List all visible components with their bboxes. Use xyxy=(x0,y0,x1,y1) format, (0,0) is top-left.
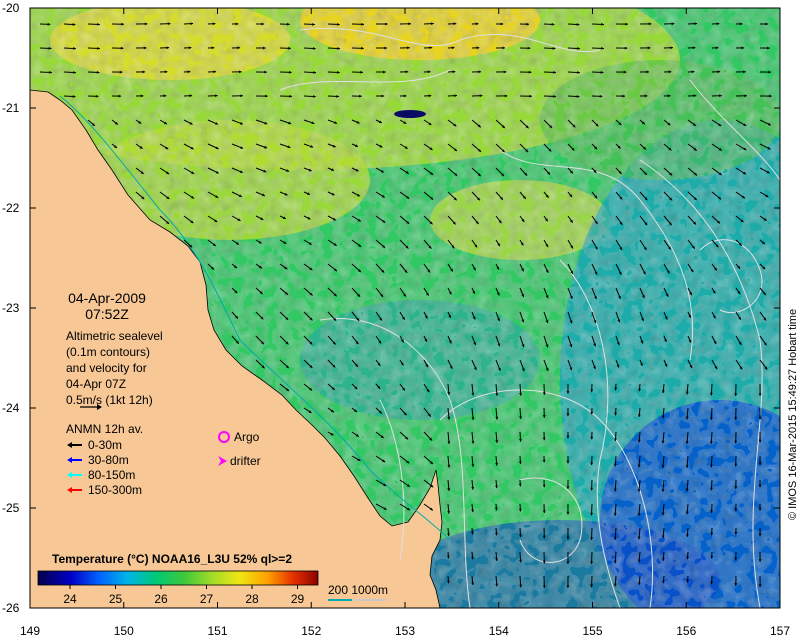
colorbar-tick-label: 27 xyxy=(200,592,214,606)
lat-tick-label: -23 xyxy=(2,301,20,315)
colorbar-tick-label: 24 xyxy=(63,592,77,606)
altimetry-line-2: (0.1m contours) xyxy=(66,345,150,359)
lat-tick-label: -22 xyxy=(2,201,20,215)
colorbar-tick-label: 28 xyxy=(245,592,259,606)
colorbar-tick-label: 26 xyxy=(154,592,168,606)
altimetry-line-5: 0.5m/s (1kt 12h) xyxy=(66,393,153,407)
lon-tick-label: 150 xyxy=(114,624,134,638)
bathy-label: 200 1000m xyxy=(328,583,388,597)
lon-tick-label: 153 xyxy=(395,624,415,638)
anmn-item-label: 80-150m xyxy=(88,468,135,482)
altimetry-line-4: 04-Apr 07Z xyxy=(66,377,126,391)
lon-tick-label: 152 xyxy=(301,624,321,638)
lon-tick-label: 155 xyxy=(582,624,602,638)
colorbar-tick-label: 29 xyxy=(291,592,305,606)
lat-tick-label: -24 xyxy=(2,401,20,415)
lon-tick-label: 157 xyxy=(770,624,790,638)
lat-tick-label: -25 xyxy=(2,501,20,515)
drifter-label: drifter xyxy=(230,454,261,468)
colorbar-gradient xyxy=(37,570,319,586)
altimetry-line-1: Altimetric sealevel xyxy=(66,329,163,343)
lon-tick-label: 149 xyxy=(20,624,40,638)
altimetry-line-3: and velocity for xyxy=(66,361,147,375)
anmn-item-label: 0-30m xyxy=(88,438,122,452)
argo-label: Argo xyxy=(234,430,260,444)
lon-tick-label: 151 xyxy=(207,624,227,638)
lat-tick-label: -20 xyxy=(2,1,20,15)
lon-tick-label: 154 xyxy=(489,624,509,638)
lon-tick-label: 156 xyxy=(676,624,696,638)
sst-map: -20 -21 -22 -23 -24 -25 -26 149 150 151 152 153 154… xyxy=(2,1,799,638)
colorbar-title: Temperature (°C) NOAA16_L3U 52% ql>=2 xyxy=(52,552,292,566)
lat-tick-label: -21 xyxy=(2,101,20,115)
colorbar-tick-label: 25 xyxy=(109,592,123,606)
map-time: 07:52Z xyxy=(85,306,129,322)
anmn-item-label: 150-300m xyxy=(88,483,142,497)
anmn-item-label: 30-80m xyxy=(88,453,129,467)
map-date: 04-Apr-2009 xyxy=(68,290,146,306)
anmn-title: ANMN 12h av. xyxy=(66,422,143,436)
lat-tick-label: -26 xyxy=(2,601,20,615)
credit-text: © IMOS 16-Mar-2015 15:49:27 Hobart time xyxy=(787,309,799,520)
cloud-patch xyxy=(394,110,426,118)
